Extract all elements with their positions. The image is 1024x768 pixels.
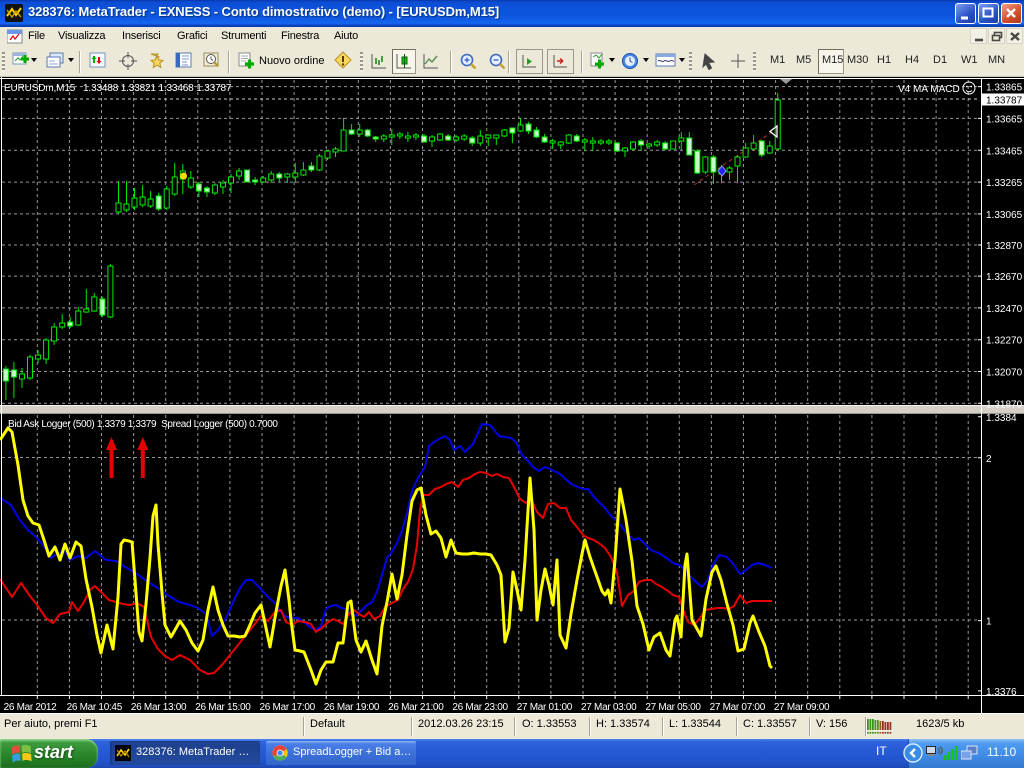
svg-text:EURUSDm,M15 1.33488 1.33821: EURUSDm,M15 1.33488 1.33821 1.33468 1.33… xyxy=(4,83,232,94)
svg-text:1.33665: 1.33665 xyxy=(986,114,1023,125)
svg-text:27 Mar 05:00: 27 Mar 05:00 xyxy=(645,702,701,713)
svg-text:Bid Ask Logger (500) 1.3379 1.: Bid Ask Logger (500) 1.3379 1.3379 Sprea… xyxy=(8,419,278,430)
svg-text:26 Mar 2012: 26 Mar 2012 xyxy=(4,702,58,713)
svg-text:1.33265: 1.33265 xyxy=(986,178,1023,189)
svg-text:1.32270: 1.32270 xyxy=(986,336,1023,347)
svg-text:27 Mar 03:00: 27 Mar 03:00 xyxy=(581,702,637,713)
svg-text:2: 2 xyxy=(986,454,992,465)
svg-text:26 Mar 19:00: 26 Mar 19:00 xyxy=(324,702,380,713)
svg-text:1.32870: 1.32870 xyxy=(986,241,1023,252)
svg-text:1.3376: 1.3376 xyxy=(986,687,1017,698)
svg-text:26 Mar 15:00: 26 Mar 15:00 xyxy=(195,702,251,713)
svg-text:27 Mar 01:00: 27 Mar 01:00 xyxy=(517,702,573,713)
svg-text:1.33787: 1.33787 xyxy=(986,96,1023,107)
svg-text:1: 1 xyxy=(986,617,992,628)
svg-text:26 Mar 10:45: 26 Mar 10:45 xyxy=(67,702,123,713)
svg-text:26 Mar 21:00: 26 Mar 21:00 xyxy=(388,702,444,713)
svg-text:26 Mar 13:00: 26 Mar 13:00 xyxy=(131,702,187,713)
svg-text:1.32070: 1.32070 xyxy=(986,368,1023,379)
svg-text:V4 MA MACD: V4 MA MACD xyxy=(898,84,960,95)
svg-text:27 Mar 09:00: 27 Mar 09:00 xyxy=(774,702,830,713)
svg-text:26 Mar 23:00: 26 Mar 23:00 xyxy=(452,702,508,713)
svg-text:1.33065: 1.33065 xyxy=(986,210,1023,221)
svg-text:1.3384: 1.3384 xyxy=(986,413,1017,424)
svg-text:1.33465: 1.33465 xyxy=(986,146,1023,157)
svg-text:1.32670: 1.32670 xyxy=(986,272,1023,283)
svg-text:1.33865: 1.33865 xyxy=(986,83,1023,94)
svg-text:27 Mar 07:00: 27 Mar 07:00 xyxy=(710,702,766,713)
svg-text:1.31870: 1.31870 xyxy=(986,399,1023,410)
svg-text:26 Mar 17:00: 26 Mar 17:00 xyxy=(260,702,316,713)
svg-text:1.32470: 1.32470 xyxy=(986,304,1023,315)
